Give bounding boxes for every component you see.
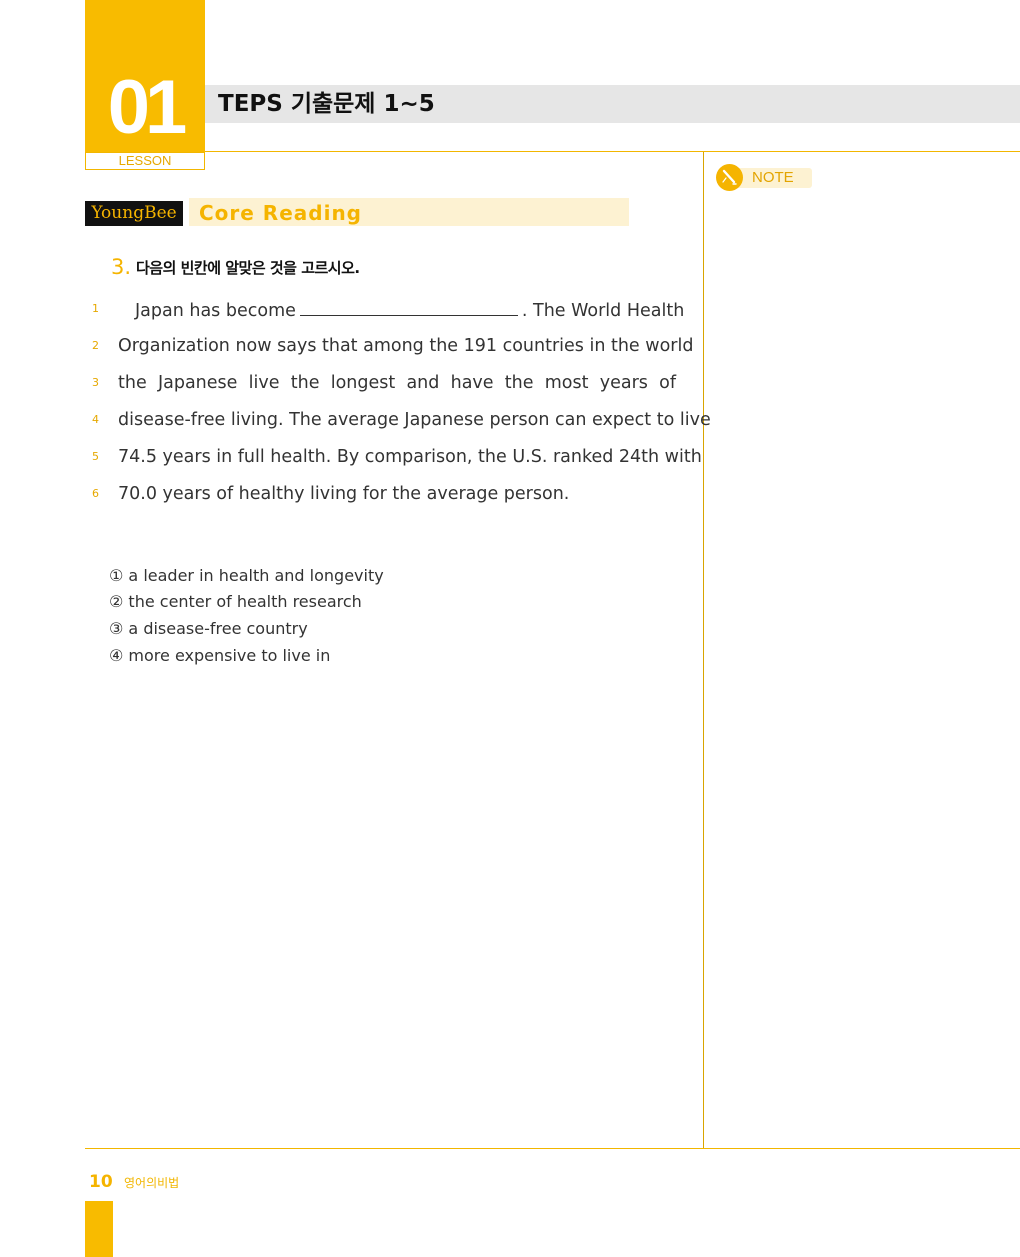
brand-badge: YoungBee — [85, 201, 183, 226]
bottom-divider — [85, 1148, 1020, 1149]
passage-line: 70.0 years of healthy living for the ave… — [118, 484, 570, 504]
passage-text: Japan has become — [135, 301, 296, 321]
option-1[interactable]: ① a leader in health and longevity — [109, 565, 384, 587]
passage-line: Japan has become . The World Health — [135, 297, 684, 321]
note-heading: NOTE — [716, 164, 812, 191]
option-3[interactable]: ③ a disease-free country — [109, 618, 308, 640]
option-2[interactable]: ② the center of health research — [109, 591, 362, 613]
book-title: 영어의비법 — [124, 1176, 180, 1190]
line-number: 4 — [92, 413, 99, 426]
passage-line: Organization now says that among the 191… — [118, 336, 694, 356]
passage-line: the Japanese live the longest and have t… — [118, 373, 676, 393]
lesson-number: 01 — [107, 65, 188, 150]
brand-name: YoungBee — [91, 203, 177, 223]
note-icon-badge — [716, 164, 743, 191]
top-divider — [205, 151, 1020, 152]
section-bar: Core Reading — [189, 198, 629, 226]
note-label: NOTE — [752, 169, 794, 186]
lesson-block: 01 — [85, 0, 205, 152]
title-bar: TEPS 기출문제 1~5 — [205, 85, 1020, 123]
line-number: 2 — [92, 339, 99, 352]
line-number: 6 — [92, 487, 99, 500]
line-number: 5 — [92, 450, 99, 463]
passage-text: . The World Health — [521, 301, 685, 321]
page-title: TEPS 기출문제 1~5 — [218, 91, 435, 117]
lesson-label: LESSON — [85, 152, 205, 170]
page-number: 10 — [89, 1172, 113, 1192]
question-instruction: 다음의 빈칸에 알맞은 것을 고르시오. — [136, 259, 360, 277]
section-title: Core Reading — [199, 201, 362, 225]
option-4[interactable]: ④ more expensive to live in — [109, 645, 330, 667]
passage-line: 74.5 years in full health. By comparison… — [118, 447, 702, 467]
question-number: 3. — [111, 255, 132, 279]
line-number: 1 — [92, 302, 99, 315]
note-column-divider — [703, 152, 704, 1149]
answer-blank — [299, 297, 518, 316]
pencil-icon — [722, 169, 737, 185]
page-tab — [85, 1201, 113, 1257]
line-number: 3 — [92, 376, 99, 389]
passage-line: disease-free living. The average Japanes… — [118, 410, 711, 430]
